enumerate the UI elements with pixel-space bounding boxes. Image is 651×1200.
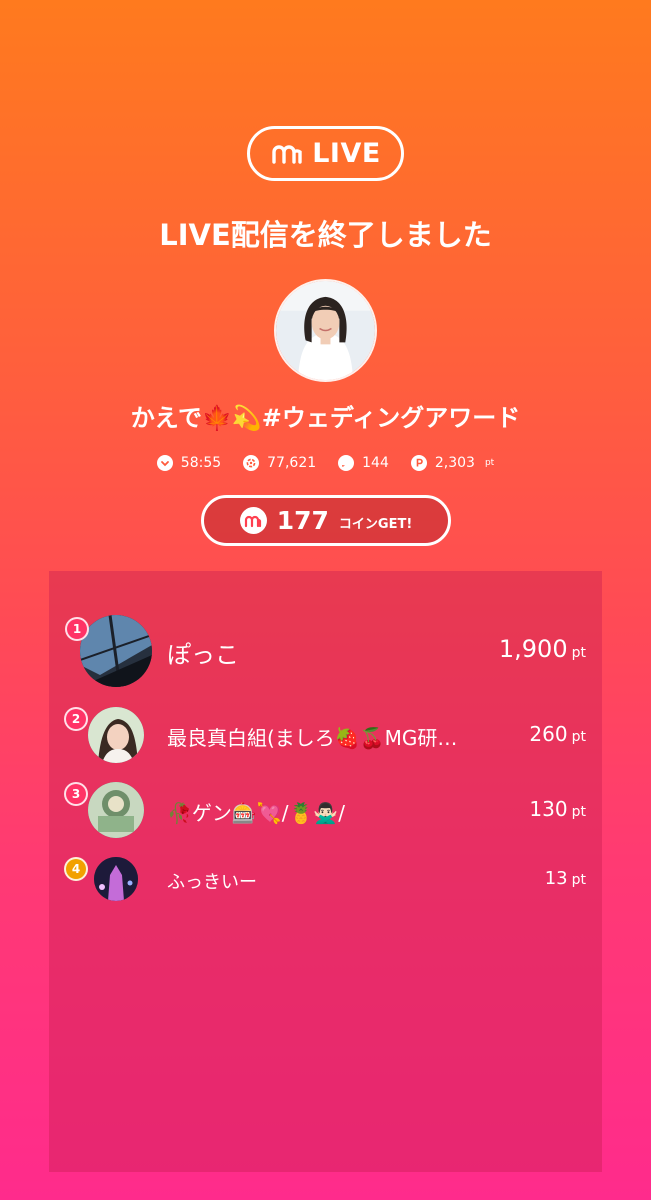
rank-points-unit: pt (571, 645, 586, 661)
stat-comments-value: 144 (362, 455, 389, 471)
user-avatar[interactable] (94, 857, 138, 901)
comment-icon (338, 455, 355, 471)
user-avatar[interactable] (88, 707, 144, 763)
rank-user-name: ぽっこ (167, 641, 239, 669)
m-logo-icon (272, 144, 302, 164)
clock-icon (156, 455, 173, 471)
rank-points-unit: pt (571, 729, 586, 745)
coin-icon (239, 507, 267, 534)
rank-points-unit: pt (571, 804, 586, 820)
live-brand-badge: LIVE (247, 126, 404, 181)
host-avatar[interactable] (274, 279, 377, 382)
points-icon (410, 455, 427, 471)
rank-points-value: 130 (529, 797, 568, 821)
page-title: LIVE配信を終了しました (159, 218, 492, 252)
coin-label: コインGET! (338, 517, 413, 532)
rank-points-value: 13 (544, 868, 568, 889)
coins-earned-badge: 177 コインGET! (201, 495, 451, 546)
rank-points-value: 1,900 (498, 635, 568, 663)
rank-badge: 3 (64, 782, 88, 806)
user-avatar[interactable] (80, 615, 152, 687)
rank-points: 260 pt (529, 722, 586, 746)
stat-points-unit: pt (484, 458, 495, 468)
host-name: かえで🍁💫#ウェディングアワード (130, 404, 521, 432)
rank-points: 1,900 pt (499, 635, 586, 663)
ranking-row[interactable]: 4 ふっきいー 13 pt (49, 857, 602, 901)
ranking-panel: 1 ぽっこ 1,900 pt 2 最良真白組(ましろ🍓🍒MG研… 260 pt … (49, 571, 602, 1172)
stat-duration-value: 58:55 (180, 455, 222, 471)
ranking-row[interactable]: 2 最良真白組(ましろ🍓🍒MG研… 260 pt (49, 707, 602, 763)
rank-user-name: ふっきいー (167, 872, 257, 893)
rank-badge: 4 (64, 857, 88, 881)
coin-amount: 177 (276, 506, 329, 535)
stat-viewers: 77,621 (243, 455, 316, 471)
rank-points-unit: pt (571, 872, 586, 888)
viewers-icon (243, 455, 260, 471)
ranking-row[interactable]: 3 🥀ゲン🎰💘/🍍🙅🏻‍♂️/ 130 pt (49, 782, 602, 838)
brand-label: LIVE (312, 138, 381, 169)
rank-points: 130 pt (529, 797, 586, 821)
stats-bar: 58:55 77,621 144 2,303 pt (0, 455, 651, 471)
user-avatar[interactable] (88, 782, 144, 838)
stat-duration: 58:55 (156, 455, 222, 471)
stat-comments: 144 (338, 455, 389, 471)
rank-badge: 2 (64, 707, 88, 731)
rank-points-value: 260 (529, 722, 568, 746)
rank-badge: 1 (65, 617, 89, 641)
rank-points: 13 pt (545, 868, 586, 889)
stat-viewers-value: 77,621 (267, 455, 317, 471)
rank-user-name: 🥀ゲン🎰💘/🍍🙅🏻‍♂️/ (167, 801, 345, 825)
stat-points-value: 2,303 (434, 455, 475, 471)
rank-user-name: 最良真白組(ましろ🍓🍒MG研… (167, 726, 458, 750)
stat-points: 2,303 pt (410, 455, 495, 471)
ranking-row[interactable]: 1 ぽっこ 1,900 pt (49, 615, 602, 687)
